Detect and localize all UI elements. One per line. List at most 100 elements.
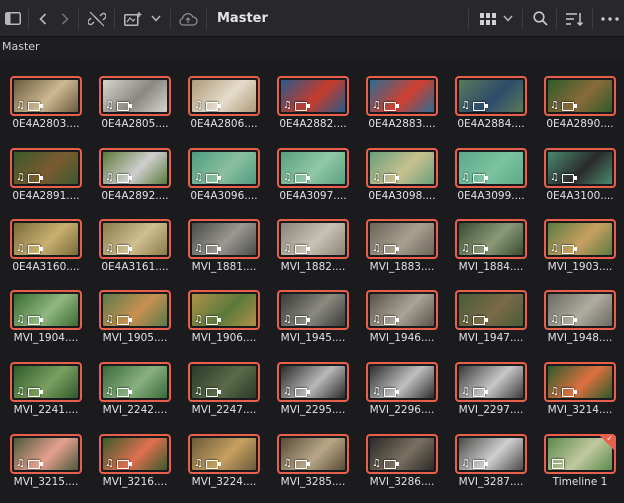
clip-item[interactable]: ♫ 0E4A2884.... [455, 76, 531, 144]
clip-item[interactable]: ♫ MVI_1946.... [366, 290, 442, 358]
clip-item[interactable]: ♫ 0E4A2805.... [99, 76, 175, 144]
clip-thumbnail[interactable]: ♫ [544, 219, 616, 259]
clip-thumbnail[interactable]: ♫ [544, 362, 616, 402]
clip-item[interactable]: ♫ 0E4A2892.... [99, 148, 175, 216]
breadcrumb-master[interactable]: Master [2, 40, 40, 53]
clip-item[interactable]: ♫ 0E4A3097.... [277, 148, 353, 216]
clip-item[interactable]: ♫ MVI_1905.... [99, 290, 175, 358]
more-icon[interactable] [598, 0, 622, 37]
clip-thumbnail[interactable]: ♫ [366, 148, 438, 188]
clip-thumbnail[interactable]: ♫ [277, 290, 349, 330]
clip-item[interactable]: ♫ 0E4A2806.... [188, 76, 264, 144]
clip-thumbnail[interactable]: ♫ [10, 219, 82, 259]
clip-item[interactable]: ♫ MVI_3286.... [366, 434, 442, 502]
clip-item[interactable]: ♫ MVI_1945.... [277, 290, 353, 358]
clip-item[interactable]: ♫ MVI_1947.... [455, 290, 531, 358]
clip-thumbnail[interactable]: ♫ [366, 76, 438, 116]
clip-item[interactable]: ♫ MVI_2297.... [455, 362, 531, 430]
clip-thumbnail[interactable]: ♫ [455, 290, 527, 330]
clip-thumbnail[interactable]: ♫ [10, 290, 82, 330]
clip-thumbnail[interactable]: ♫ [277, 362, 349, 402]
clip-thumbnail[interactable]: ♫ [366, 219, 438, 259]
clip-item[interactable]: ♫ MVI_3287.... [455, 434, 531, 502]
clip-thumbnail[interactable]: ♫ [99, 148, 171, 188]
clip-thumbnail[interactable]: ♫ [366, 362, 438, 402]
clip-thumbnail[interactable]: ♫ [188, 362, 260, 402]
clip-item[interactable]: ♫ 0E4A3098.... [366, 148, 442, 216]
clip-thumbnail[interactable]: ♫ [366, 434, 438, 474]
unlink-icon[interactable] [86, 0, 108, 37]
clip-item[interactable]: ♫ 0E4A3160.... [10, 219, 86, 287]
clip-item[interactable]: ♫ MVI_1906.... [188, 290, 264, 358]
clip-thumbnail[interactable]: ♫ [188, 434, 260, 474]
clip-thumbnail[interactable]: ♫ [99, 434, 171, 474]
clip-item[interactable]: ♫ MVI_3214.... [544, 362, 620, 430]
clip-item[interactable]: ♫ 0E4A2890.... [544, 76, 620, 144]
clip-thumbnail[interactable] [544, 434, 616, 474]
clip-item[interactable]: ♫ MVI_2295.... [277, 362, 353, 430]
smart-bin-icon[interactable] [122, 0, 144, 37]
clip-thumbnail[interactable]: ♫ [10, 434, 82, 474]
clip-item[interactable]: ♫ MVI_1903.... [544, 219, 620, 287]
clip-item[interactable]: ♫ 0E4A2803.... [10, 76, 86, 144]
clip-item[interactable]: ♫ 0E4A2891.... [10, 148, 86, 216]
clip-item[interactable]: ♫ MVI_1904.... [10, 290, 86, 358]
view-chevron-down-icon[interactable] [500, 0, 516, 37]
clip-item[interactable]: ♫ MVI_1882.... [277, 219, 353, 287]
clip-label: 0E4A2806.... [190, 118, 258, 130]
clip-badges: ♫ [194, 387, 221, 397]
clip-item[interactable]: ♫ MVI_1948.... [544, 290, 620, 358]
clip-thumbnail[interactable]: ♫ [277, 76, 349, 116]
clip-thumbnail[interactable]: ♫ [544, 148, 616, 188]
clip-item[interactable]: ♫ 0E4A2883.... [366, 76, 442, 144]
clip-item[interactable]: ♫ MVI_1883.... [366, 219, 442, 287]
clip-thumbnail[interactable]: ♫ [544, 76, 616, 116]
clip-thumbnail[interactable]: ♫ [99, 290, 171, 330]
clip-thumbnail[interactable]: ♫ [277, 434, 349, 474]
clip-item[interactable]: ♫ MVI_3216.... [99, 434, 175, 502]
clip-item[interactable]: ♫ MVI_2241.... [10, 362, 86, 430]
clip-label: MVI_1906.... [191, 332, 257, 344]
clip-item[interactable]: ♫ 0E4A3161.... [99, 219, 175, 287]
clip-thumbnail[interactable]: ♫ [188, 148, 260, 188]
clip-item[interactable]: ♫ MVI_3224.... [188, 434, 264, 502]
clip-item[interactable]: ♫ 0E4A3099.... [455, 148, 531, 216]
clip-thumbnail[interactable]: ♫ [99, 76, 171, 116]
grid-view-icon[interactable] [478, 0, 498, 37]
clip-thumbnail[interactable]: ♫ [99, 219, 171, 259]
timeline-item[interactable]: Timeline 1 [544, 434, 620, 502]
clip-thumbnail[interactable]: ♫ [544, 290, 616, 330]
clip-thumbnail[interactable]: ♫ [188, 76, 260, 116]
clip-thumbnail[interactable]: ♫ [188, 290, 260, 330]
clip-item[interactable]: ♫ 0E4A3096.... [188, 148, 264, 216]
chevron-down-icon[interactable] [148, 0, 164, 37]
clip-item[interactable]: ♫ MVI_3215.... [10, 434, 86, 502]
clip-thumbnail[interactable]: ♫ [277, 219, 349, 259]
clip-item[interactable]: ♫ MVI_3285.... [277, 434, 353, 502]
clip-item[interactable]: ♫ MVI_1884.... [455, 219, 531, 287]
clip-thumbnail[interactable]: ♫ [188, 219, 260, 259]
sort-icon[interactable] [564, 0, 586, 37]
sidebar-toggle-icon[interactable] [2, 0, 24, 37]
clip-item[interactable]: ♫ 0E4A2882.... [277, 76, 353, 144]
clip-thumbnail[interactable]: ♫ [10, 76, 82, 116]
clip-item[interactable]: ♫ MVI_2247.... [188, 362, 264, 430]
clip-thumbnail[interactable]: ♫ [99, 362, 171, 402]
clip-thumbnail[interactable]: ♫ [10, 148, 82, 188]
clip-item[interactable]: ♫ 0E4A3100.... [544, 148, 620, 216]
chevron-left-icon[interactable] [34, 0, 52, 37]
cloud-icon[interactable] [176, 0, 200, 37]
clip-thumbnail[interactable]: ♫ [366, 290, 438, 330]
clip-thumbnail[interactable]: ♫ [277, 148, 349, 188]
clip-item[interactable]: ♫ MVI_2296.... [366, 362, 442, 430]
clip-item[interactable]: ♫ MVI_2242.... [99, 362, 175, 430]
clip-thumbnail[interactable]: ♫ [455, 219, 527, 259]
clip-thumbnail[interactable]: ♫ [455, 362, 527, 402]
clip-thumbnail[interactable]: ♫ [455, 148, 527, 188]
clip-thumbnail[interactable]: ♫ [10, 362, 82, 402]
clip-thumbnail[interactable]: ♫ [455, 434, 527, 474]
search-icon[interactable] [530, 0, 550, 37]
chevron-right-icon[interactable] [56, 0, 74, 37]
clip-item[interactable]: ♫ MVI_1881.... [188, 219, 264, 287]
clip-thumbnail[interactable]: ♫ [455, 76, 527, 116]
